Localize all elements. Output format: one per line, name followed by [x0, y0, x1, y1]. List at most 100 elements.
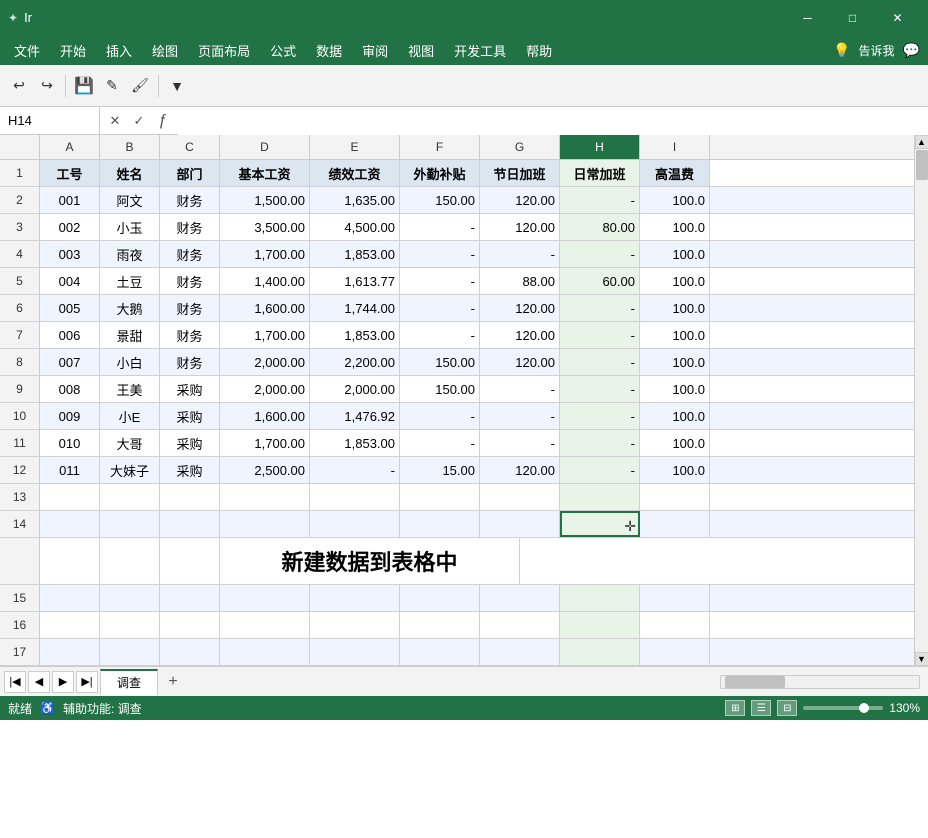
cell-g5[interactable]: 88.00 — [480, 268, 560, 294]
cell-i9[interactable]: 100.0 — [640, 376, 710, 402]
cell-f9[interactable]: 150.00 — [400, 376, 480, 402]
cell-b15[interactable] — [100, 585, 160, 611]
cell-d9[interactable]: 2,000.00 — [220, 376, 310, 402]
cell-h1[interactable]: 日常加班 — [560, 160, 640, 186]
cell-f15[interactable] — [400, 585, 480, 611]
cell-f4[interactable]: - — [400, 241, 480, 267]
cell-b1[interactable]: 姓名 — [100, 160, 160, 186]
cell-f3[interactable]: - — [400, 214, 480, 240]
cell-a2[interactable]: 001 — [40, 187, 100, 213]
insert-function-button[interactable]: ƒ — [152, 110, 174, 132]
cell-f17[interactable] — [400, 639, 480, 665]
cell-f10[interactable]: - — [400, 403, 480, 429]
cell-c8[interactable]: 财务 — [160, 349, 220, 375]
cell-e16[interactable] — [310, 612, 400, 638]
col-header-g[interactable]: G — [480, 135, 560, 159]
cell-f1[interactable]: 外勤补贴 — [400, 160, 480, 186]
scroll-track[interactable] — [915, 149, 928, 652]
formula-input[interactable] — [178, 107, 928, 135]
cell-d17[interactable] — [220, 639, 310, 665]
cell-h10[interactable]: - — [560, 403, 640, 429]
menu-draw[interactable]: 绘图 — [142, 37, 188, 64]
cell-a16[interactable] — [40, 612, 100, 638]
cell-c2[interactable]: 财务 — [160, 187, 220, 213]
menu-page-layout[interactable]: 页面布局 — [188, 37, 260, 64]
zoom-slider[interactable] — [803, 706, 883, 710]
sheet-nav-last[interactable]: ▶| — [76, 671, 98, 693]
cell-b14[interactable] — [100, 511, 160, 537]
cell-h14[interactable]: ✛ — [560, 511, 640, 537]
cell-f13[interactable] — [400, 484, 480, 510]
scroll-up-button[interactable]: ▲ — [915, 135, 928, 149]
menu-insert[interactable]: 插入 — [96, 37, 142, 64]
cell-c12[interactable]: 采购 — [160, 457, 220, 483]
sheet-nav-first[interactable]: |◀ — [4, 671, 26, 693]
cell-g15[interactable] — [480, 585, 560, 611]
col-header-e[interactable]: E — [310, 135, 400, 159]
cell-e17[interactable] — [310, 639, 400, 665]
col-header-b[interactable]: B — [100, 135, 160, 159]
close-button[interactable]: ✕ — [875, 5, 920, 30]
col-header-h[interactable]: H — [560, 135, 640, 159]
add-sheet-button[interactable]: + — [160, 669, 186, 695]
col-header-f[interactable]: F — [400, 135, 480, 159]
cell-f5[interactable]: - — [400, 268, 480, 294]
cell-b14b[interactable] — [100, 538, 160, 584]
quick-access-button[interactable]: ✎ — [99, 73, 125, 99]
cell-e8[interactable]: 2,200.00 — [310, 349, 400, 375]
cell-c15[interactable] — [160, 585, 220, 611]
cell-a11[interactable]: 010 — [40, 430, 100, 456]
cell-b9[interactable]: 王美 — [100, 376, 160, 402]
cell-c4[interactable]: 财务 — [160, 241, 220, 267]
cell-i8[interactable]: 100.0 — [640, 349, 710, 375]
cell-h9[interactable]: - — [560, 376, 640, 402]
sheet-nav-next[interactable]: ▶ — [52, 671, 74, 693]
menu-home[interactable]: 开始 — [50, 37, 96, 64]
cell-d1[interactable]: 基本工资 — [220, 160, 310, 186]
maximize-button[interactable]: □ — [830, 5, 875, 30]
cell-g16[interactable] — [480, 612, 560, 638]
cell-d8[interactable]: 2,000.00 — [220, 349, 310, 375]
cell-d15[interactable] — [220, 585, 310, 611]
cell-e6[interactable]: 1,744.00 — [310, 295, 400, 321]
cell-f2[interactable]: 150.00 — [400, 187, 480, 213]
cell-i4[interactable]: 100.0 — [640, 241, 710, 267]
cell-i6[interactable]: 100.0 — [640, 295, 710, 321]
cell-i16[interactable] — [640, 612, 710, 638]
cell-d7[interactable]: 1,700.00 — [220, 322, 310, 348]
cell-g12[interactable]: 120.00 — [480, 457, 560, 483]
cell-c6[interactable]: 财务 — [160, 295, 220, 321]
scroll-down-button[interactable]: ▼ — [915, 652, 928, 666]
cell-a13[interactable] — [40, 484, 100, 510]
cell-i13[interactable] — [640, 484, 710, 510]
cell-i10[interactable]: 100.0 — [640, 403, 710, 429]
cell-i3[interactable]: 100.0 — [640, 214, 710, 240]
cell-h17[interactable] — [560, 639, 640, 665]
cell-f8[interactable]: 150.00 — [400, 349, 480, 375]
cell-b6[interactable]: 大鹅 — [100, 295, 160, 321]
cell-g7[interactable]: 120.00 — [480, 322, 560, 348]
cell-e9[interactable]: 2,000.00 — [310, 376, 400, 402]
more-button[interactable]: ▼ — [164, 73, 190, 99]
cell-e14[interactable] — [310, 511, 400, 537]
cell-h5[interactable]: 60.00 — [560, 268, 640, 294]
cell-c16[interactable] — [160, 612, 220, 638]
cell-d3[interactable]: 3,500.00 — [220, 214, 310, 240]
cell-a15[interactable] — [40, 585, 100, 611]
cell-f11[interactable]: - — [400, 430, 480, 456]
cell-h7[interactable]: - — [560, 322, 640, 348]
cell-b12[interactable]: 大妹子 — [100, 457, 160, 483]
col-header-a[interactable]: A — [40, 135, 100, 159]
cell-h13[interactable] — [560, 484, 640, 510]
cell-h15[interactable] — [560, 585, 640, 611]
menu-view[interactable]: 视图 — [398, 37, 444, 64]
cell-a7[interactable]: 006 — [40, 322, 100, 348]
cell-c1[interactable]: 部门 — [160, 160, 220, 186]
cell-a14b[interactable] — [40, 538, 100, 584]
cell-f14[interactable] — [400, 511, 480, 537]
redo-button[interactable]: ↪ — [34, 73, 60, 99]
cell-g10[interactable]: - — [480, 403, 560, 429]
cell-b4[interactable]: 雨夜 — [100, 241, 160, 267]
cell-b5[interactable]: 土豆 — [100, 268, 160, 294]
cell-b17[interactable] — [100, 639, 160, 665]
